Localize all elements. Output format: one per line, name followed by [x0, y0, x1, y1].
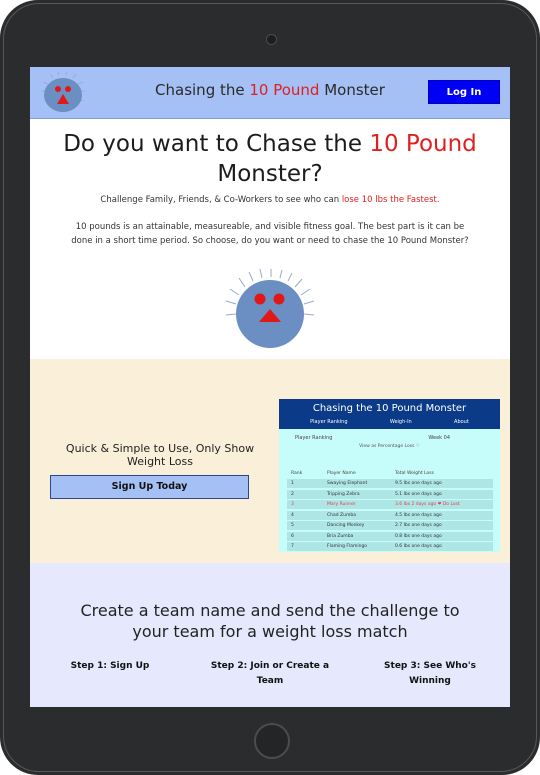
table-row: 3 Mary Runner 3.6 lbs 2 days ago ❤ Do Lost: [287, 500, 493, 509]
row-weight-loss: 4.5 lbs one days ago: [395, 512, 442, 518]
preview-nav: Player Ranking Weigh-In About: [279, 417, 500, 425]
row-player-name: Mary Runner: [327, 502, 356, 507]
table-row: 5 Dancing Monkey 2.7 lbs one days ago: [287, 521, 493, 530]
row-rank: 3: [291, 502, 294, 507]
preview-section-label: Player Ranking: [295, 435, 333, 441]
preview-table-header: Rank Player Name Total Weight Loss: [287, 469, 493, 479]
row-rank: 5: [291, 523, 294, 528]
header-bar: Chasing the 10 Pound Monster Log In: [30, 67, 510, 119]
preview-header: Chasing the 10 Pound Monster Player Rank…: [279, 399, 500, 429]
table-row: 6 Bria Zumba 0.8 lbs one days ago: [287, 531, 493, 541]
heading-highlight: 10 Pound: [369, 131, 477, 157]
row-rank: 7: [291, 544, 294, 549]
row-weight-loss: 0.8 lbs one days ago: [395, 533, 442, 539]
title-prefix: Chasing the: [155, 81, 250, 99]
leaderboard-preview: Chasing the 10 Pound Monster Player Rank…: [279, 399, 500, 552]
monster-mascot-icon: [225, 269, 315, 348]
table-row: 4 Chad Zumba 4.5 lbs one days ago: [287, 510, 493, 520]
title-suffix: Monster: [319, 81, 385, 99]
step-sign-up: Step 1: Sign Up: [70, 661, 150, 671]
row-weight-loss: 2.7 lbs one days ago: [395, 523, 442, 528]
row-weight-loss: 3.6 lbs 2 days ago ❤ Do Lost: [395, 502, 460, 507]
preview-note-text: View as Percentage Loss: [359, 444, 415, 449]
row-weight-loss: 5.1 lbs one days ago: [395, 491, 442, 497]
camera-icon: [266, 34, 277, 45]
title-highlight: 10 Pound: [249, 81, 320, 99]
preview-table: Rank Player Name Total Weight Loss 1 Sway…: [287, 469, 493, 552]
column-rank: Rank: [291, 471, 303, 476]
web-page: Chasing the 10 Pound Monster Log In Do y…: [30, 67, 510, 707]
row-player-name: Flaming Flamingo: [327, 544, 368, 549]
hero-heading: Do you want to Chase the 10 Pound Monste…: [50, 129, 490, 189]
tablet-frame: Chasing the 10 Pound Monster Log In Do y…: [0, 0, 540, 775]
table-row: 1 Swaying Elephant 9.5 lbs one days ago: [287, 479, 493, 488]
heart-icon: ♡: [415, 444, 420, 449]
preview-nav-about: About: [454, 419, 469, 425]
promo-tagline: Quick & Simple to Use, Only Show Weight …: [65, 442, 255, 468]
preview-note: View as Percentage Loss ♡: [279, 441, 500, 449]
step-see-winner: Step 3: See Who's Winning: [384, 661, 476, 686]
row-rank: 6: [291, 533, 294, 539]
promo-section: Quick & Simple to Use, Only Show Weight …: [30, 359, 510, 563]
column-player-name: Player Name: [327, 471, 356, 476]
row-player-name: Chad Zumba: [327, 512, 356, 518]
login-button[interactable]: Log In: [428, 80, 500, 104]
preview-nav-weigh-in: Weigh-In: [389, 419, 412, 425]
row-weight-loss: 9.5 lbs one days ago: [395, 481, 442, 486]
site-title: Chasing the 10 Pound Monster: [110, 81, 430, 99]
row-player-name: Dancing Monkey: [327, 523, 365, 528]
preview-nav-ranking: Player Ranking: [310, 419, 348, 425]
hero-section: Do you want to Chase the 10 Pound Monste…: [30, 119, 510, 359]
row-weight-loss: 0.6 lbs one days ago: [395, 544, 442, 549]
row-player-name: Bria Zumba: [327, 533, 354, 539]
row-rank: 4: [291, 512, 294, 518]
home-button[interactable]: [254, 723, 290, 759]
sub-highlight: lose 10 lbs the Fastest.: [341, 195, 440, 205]
row-player-name: Tripping Zebra: [327, 491, 360, 497]
how-it-works-title: Create a team name and send the challeng…: [80, 601, 460, 641]
row-rank: 1: [291, 481, 294, 486]
row-player-name: Swaying Elephant: [327, 481, 368, 486]
sub-prefix: Challenge Family, Friends, & Co-Workers …: [100, 195, 342, 205]
heading-suffix: Monster?: [217, 161, 323, 187]
hero-description: 10 pounds is an attainable, measureable,…: [71, 222, 469, 246]
column-total-weight-loss: Total Weight Loss: [395, 471, 434, 476]
table-row: 2 Tripping Zebra 5.1 lbs one days ago: [287, 489, 493, 499]
preview-title: Chasing the 10 Pound Monster: [312, 403, 467, 414]
monster-logo-icon[interactable]: [40, 72, 86, 114]
table-row: 7 Flaming Flamingo 0.6 lbs one days ago: [287, 542, 493, 551]
step-join-team: Step 2: Join or Create a Team: [210, 661, 330, 686]
preview-week-label: Week 04: [428, 435, 450, 441]
row-rank: 2: [291, 491, 294, 497]
signup-button[interactable]: Sign Up Today: [50, 475, 249, 499]
preview-subheader: Player Ranking Week 04: [279, 429, 500, 441]
how-it-works-section: Create a team name and send the challeng…: [30, 563, 510, 707]
heading-prefix: Do you want to Chase the: [63, 131, 370, 157]
hero-subheading: Challenge Family, Friends, & Co-Workers …: [50, 195, 490, 205]
